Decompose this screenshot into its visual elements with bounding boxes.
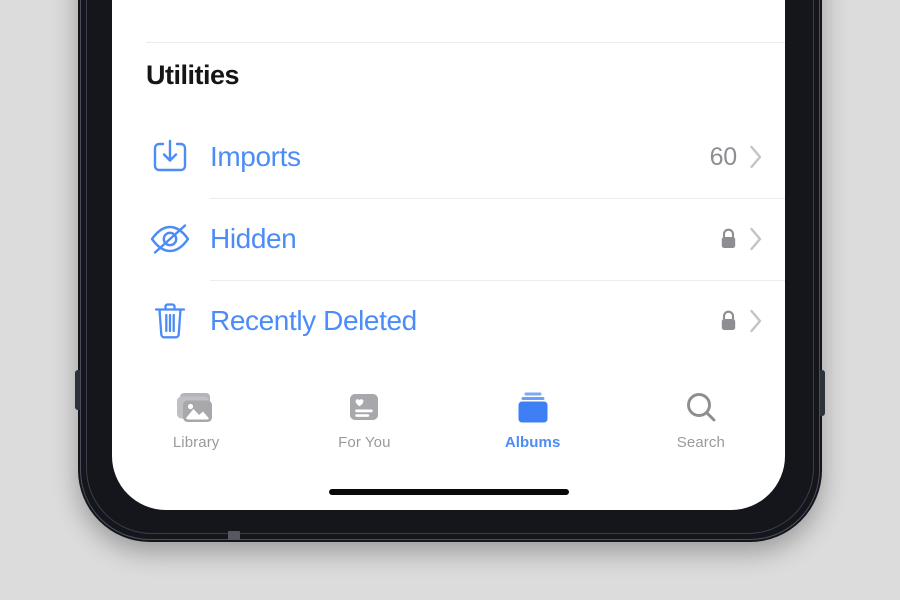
list-row-label-imports: Imports: [210, 141, 301, 172]
chevron-right-icon: [750, 145, 762, 169]
tab-albums[interactable]: Albums: [449, 376, 617, 451]
list-row-imports[interactable]: Imports 60: [112, 116, 785, 198]
list-row-recently-deleted[interactable]: Recently Deleted: [112, 280, 785, 362]
lock-icon: [721, 310, 736, 330]
list-row-label-recently-deleted: Recently Deleted: [210, 305, 417, 336]
photo-stack-icon: [174, 388, 218, 428]
list-row-accessory-recently-deleted: [720, 309, 763, 333]
phone-screen: Utilities Imports 60 Hidden Recently Del…: [112, 0, 785, 510]
for-you-card-icon: [346, 388, 382, 428]
tab-label-for-you: For You: [338, 434, 391, 451]
albums-stack-icon: [514, 388, 552, 428]
phone-frame-antenna-mark: [228, 531, 240, 540]
eye-slash-icon: [146, 222, 194, 256]
list-row-hidden[interactable]: Hidden: [112, 198, 785, 280]
utilities-section-header: Utilities: [146, 60, 240, 90]
lock-icon: [721, 228, 736, 248]
chevron-right-icon: [750, 309, 762, 333]
imports-count: 60: [709, 142, 738, 171]
photos-app-screen: Utilities Imports 60 Hidden Recently Del…: [112, 0, 785, 510]
tab-label-library: Library: [172, 434, 220, 451]
list-row-accessory-imports: 60: [710, 143, 763, 172]
magnifier-icon: [683, 388, 719, 428]
list-row-accessory-hidden: [720, 227, 763, 251]
chevron-right-icon: [750, 227, 762, 251]
tab-search[interactable]: Search: [617, 376, 785, 451]
tab-for-you[interactable]: For You: [280, 376, 448, 451]
import-tray-icon: [146, 138, 194, 176]
tab-library[interactable]: Library: [112, 376, 280, 451]
section-top-separator: [146, 42, 785, 43]
home-indicator[interactable]: [329, 489, 569, 495]
tab-label-albums: Albums: [504, 434, 561, 451]
list-row-label-hidden: Hidden: [210, 223, 297, 254]
trash-icon: [146, 301, 194, 341]
tab-label-search: Search: [676, 434, 725, 451]
tab-bar: Library For You Albums Search: [112, 376, 785, 472]
screenshot-stage: Utilities Imports 60 Hidden Recently Del…: [0, 0, 900, 600]
phone-side-button-right[interactable]: [820, 370, 825, 416]
phone-side-button-left[interactable]: [75, 370, 80, 410]
